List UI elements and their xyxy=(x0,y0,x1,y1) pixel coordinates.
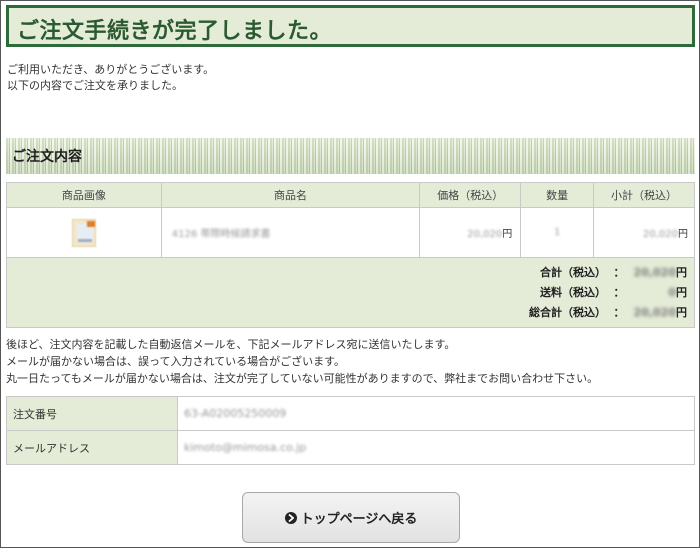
page-frame: ご注文手続きが完了しました。 ご利用いただき、ありがとうございます。 以下の内容… xyxy=(0,0,700,548)
email-row: メールアドレス kimoto@mimosa.co.jp xyxy=(6,430,695,465)
product-image-cell xyxy=(6,207,162,258)
price-unit: 円 xyxy=(502,229,513,240)
shipping-label: 送料（税込） xyxy=(540,286,606,299)
order-number-label: 注文番号 xyxy=(6,396,178,431)
quantity-value: 1 xyxy=(553,227,561,238)
grand-total-row: 総合計（税込） ： 20,020 円 xyxy=(516,304,688,320)
notice-line-1: 後ほど、注文内容を記載した自動返信メールを、下記メールアドレス宛に送信いたします… xyxy=(6,338,456,351)
page-title-box: ご注文手続きが完了しました。 xyxy=(6,5,695,47)
order-section-header: ご注文内容 xyxy=(6,138,695,174)
price-cell: 20,020円 xyxy=(419,207,522,258)
col-header-price: 価格（税込） xyxy=(419,182,522,208)
email-value: kimoto@mimosa.co.jp xyxy=(184,441,307,454)
total-label: 合計（税込） xyxy=(540,266,606,279)
grand-total-label: 総合計（税込） xyxy=(529,306,606,319)
shipping-value: 0 xyxy=(668,285,676,299)
order-section-heading: ご注文内容 xyxy=(12,149,82,165)
quantity-cell: 1 xyxy=(520,207,595,258)
intro-line-2: 以下の内容でご注文を承りました。 xyxy=(7,79,183,92)
total-row: 合計（税込） ： 20,020 円 xyxy=(516,264,688,280)
col-header-subtotal: 小計（税込） xyxy=(593,182,695,208)
subtotal-value: 20,020 xyxy=(643,229,678,240)
totals-panel: 合計（税込） ： 20,020 円 送料（税込） ： 0 円 総合計（税込） ：… xyxy=(6,258,695,328)
col-header-quantity: 数量 xyxy=(520,182,595,208)
order-number-row: 注文番号 63-A02005250009 xyxy=(6,396,695,431)
order-items-table: 商品画像 商品名 価格（税込） 数量 小計（税込） 4126 帯際時候請求書 2… xyxy=(6,182,695,258)
price-value: 20,020 xyxy=(467,229,503,240)
col-header-name: 商品名 xyxy=(160,182,421,208)
col-header-image: 商品画像 xyxy=(6,182,162,208)
order-number-value: 63-A02005250009 xyxy=(184,407,287,420)
circle-chevron-right-icon xyxy=(284,511,297,524)
intro-line-1: ご利用いただき、ありがとうございます。 xyxy=(7,63,215,76)
total-value: 20,020 xyxy=(633,265,676,279)
grand-total-value: 20,020 xyxy=(633,305,676,319)
product-thumbnail-icon[interactable] xyxy=(68,217,100,249)
notice-line-2: メールが届かない場合は、誤って入力されている場合がございます。 xyxy=(6,355,346,368)
table-header-row: 商品画像 商品名 価格（税込） 数量 小計（税込） xyxy=(6,182,695,208)
order-info-table: 注文番号 63-A02005250009 メールアドレス kimoto@mimo… xyxy=(6,396,695,465)
subtotal-unit: 円 xyxy=(678,229,688,240)
intro-text: ご利用いただき、ありがとうございます。 以下の内容でご注文を承りました。 xyxy=(7,62,214,94)
product-name[interactable]: 4126 帯際時候請求書 xyxy=(172,229,271,240)
back-to-top-button[interactable]: トップページへ戻る xyxy=(242,492,460,543)
table-row: 4126 帯際時候請求書 20,020円 1 20,020円 xyxy=(6,207,695,258)
email-label: メールアドレス xyxy=(6,430,178,465)
product-name-cell: 4126 帯際時候請求書 xyxy=(160,207,421,258)
email-notice: 後ほど、注文内容を記載した自動返信メールを、下記メールアドレス宛に送信いたします… xyxy=(6,336,598,387)
page-title: ご注文手続きが完了しました。 xyxy=(17,19,333,44)
back-to-top-label: トップページへ戻る xyxy=(300,512,418,527)
notice-line-3: 丸一日たってもメールが届かない場合は、注文が完了していない可能性がありますので、… xyxy=(6,372,599,385)
subtotal-cell: 20,020円 xyxy=(593,207,695,258)
shipping-row: 送料（税込） ： 0 円 xyxy=(516,284,688,300)
